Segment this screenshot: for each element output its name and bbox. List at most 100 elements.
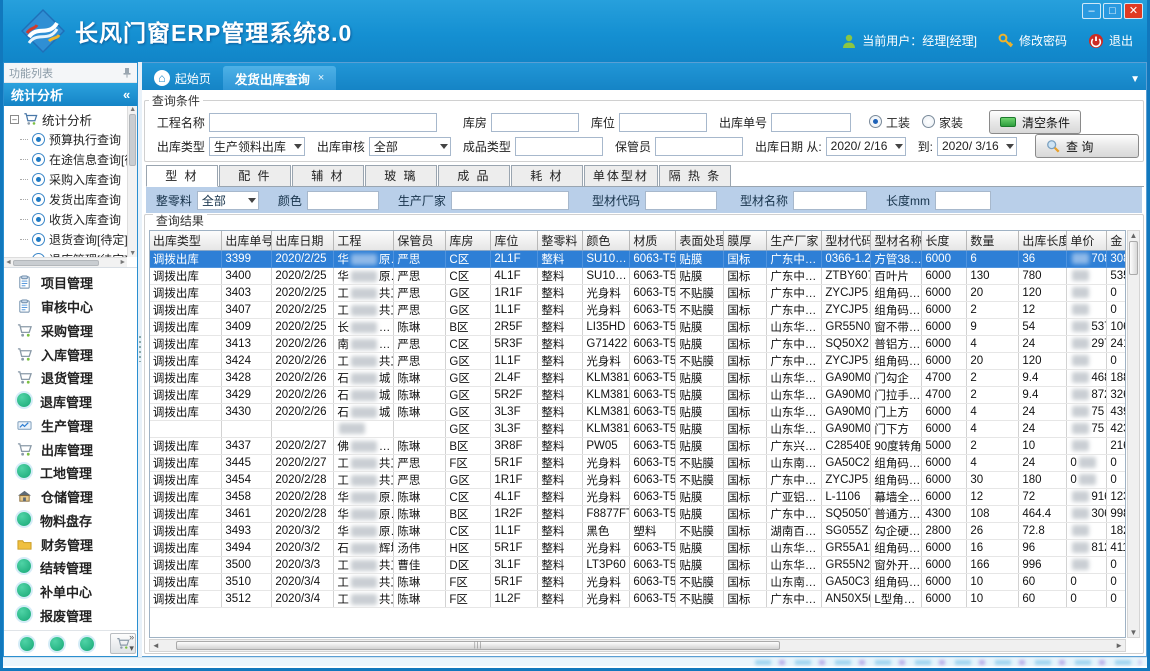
tab-home[interactable]: ⌂ 起始页 bbox=[142, 66, 223, 90]
tree-item[interactable]: 预算执行查询 bbox=[10, 129, 137, 149]
column-header[interactable]: 生产厂家 bbox=[767, 231, 822, 250]
product-type-input[interactable] bbox=[515, 137, 603, 156]
column-header[interactable]: 工程 bbox=[334, 231, 394, 250]
close-button[interactable]: ✕ bbox=[1124, 3, 1143, 19]
table-row[interactable]: 调拨出库33992020/2/25华原…严思C区2L1F整料SU10…6063-… bbox=[150, 250, 1126, 267]
column-header[interactable]: 材质 bbox=[630, 231, 676, 250]
column-header[interactable]: 膜厚 bbox=[724, 231, 767, 250]
profile-name-input[interactable] bbox=[793, 191, 867, 210]
date-from-picker[interactable]: 2020/ 2/16 bbox=[826, 137, 906, 156]
table-row[interactable]: 调拨出库34372020/2/27佛…陈琳B区3R8F整料PW056063-T5… bbox=[150, 437, 1126, 454]
collapsed-module-icon[interactable] bbox=[20, 637, 34, 651]
sidebar-menu-item[interactable]: 审核中心 bbox=[4, 296, 137, 318]
table-row[interactable]: G区3L3F整料KLM38176063-T5贴膜国标山东华…GA90M09.门下… bbox=[150, 420, 1126, 437]
table-row[interactable]: 调拨出库35122020/3/4工共工程陈琳F区1L2F整料光身料6063-T5… bbox=[150, 590, 1126, 607]
sidebar-menu-item[interactable]: 项目管理 bbox=[4, 272, 137, 294]
column-header[interactable]: 型材名称 bbox=[871, 231, 922, 250]
column-header[interactable]: 整零料 bbox=[538, 231, 583, 250]
project-name-input[interactable] bbox=[209, 113, 437, 132]
date-to-picker[interactable]: 2020/ 3/16 bbox=[937, 137, 1017, 156]
collapse-icon[interactable]: « bbox=[123, 87, 130, 102]
table-row[interactable]: 调拨出库34942020/3/2石辉城汤伟H区5R1F整料光身料6063-T5贴… bbox=[150, 539, 1126, 556]
tree-item[interactable]: 采购入库查询 bbox=[10, 169, 137, 189]
search-button[interactable]: 查 询 bbox=[1035, 134, 1139, 158]
table-row[interactable]: 调拨出库34932020/3/2华原…陈琳C区1L1F整料黑色塑料不贴膜国标湖南… bbox=[150, 522, 1126, 539]
maximize-button[interactable]: □ bbox=[1103, 3, 1122, 19]
tab-close-icon[interactable]: × bbox=[318, 72, 324, 84]
sidebar-menu-item[interactable]: 仓储管理 bbox=[4, 486, 137, 508]
sidebar-menu-item[interactable]: 采购管理 bbox=[4, 319, 137, 341]
column-header[interactable]: 出库日期 bbox=[272, 231, 334, 250]
column-header[interactable]: 颜色 bbox=[583, 231, 630, 250]
material-tab[interactable]: 单体型材 bbox=[584, 165, 658, 186]
table-row[interactable]: 调拨出库34292020/2/26石城陈琳G区5R2F整料KLM38176063… bbox=[150, 386, 1126, 403]
length-input[interactable] bbox=[935, 191, 991, 210]
column-header[interactable]: 出库类型 bbox=[150, 231, 222, 250]
table-row[interactable]: 调拨出库35002020/3/3工共工程曹佳D区3L1F整料LT3P606063… bbox=[150, 556, 1126, 573]
material-tab[interactable]: 辅 材 bbox=[292, 165, 364, 186]
sidebar-menu-item[interactable]: 结转管理 bbox=[4, 557, 137, 579]
tree-expander-icon[interactable]: – bbox=[10, 115, 19, 124]
material-tab[interactable]: 配 件 bbox=[219, 165, 291, 186]
sidebar-menu-item[interactable]: 补单中心 bbox=[4, 581, 137, 603]
table-row[interactable]: 调拨出库34452020/2/27工共工程严思F区5R1F整料光身料6063-T… bbox=[150, 454, 1126, 471]
outbound-type-select[interactable]: 生产领料出库 bbox=[209, 137, 305, 156]
collapsed-module-icon[interactable] bbox=[50, 637, 64, 651]
sidebar-menu-item[interactable]: 财务管理 bbox=[4, 533, 137, 555]
column-header[interactable]: 出库长度 bbox=[1019, 231, 1067, 250]
table-row[interactable]: 调拨出库34582020/2/28华原…陈琳C区4L1F整料光身料6063-T5… bbox=[150, 488, 1126, 505]
tree-vertical-scrollbar[interactable]: ▲▼ bbox=[127, 106, 137, 257]
maker-input[interactable] bbox=[451, 191, 569, 210]
column-header[interactable]: 库位 bbox=[491, 231, 538, 250]
table-horizontal-scrollbar[interactable]: ◄|||► bbox=[149, 639, 1126, 652]
material-tab[interactable]: 成 品 bbox=[438, 165, 510, 186]
jiazhuang-radio[interactable] bbox=[922, 115, 935, 128]
change-password[interactable]: 修改密码 bbox=[998, 32, 1067, 49]
sidebar-menu-item[interactable]: 入库管理 bbox=[4, 343, 137, 365]
audit-select[interactable]: 全部 bbox=[369, 137, 451, 156]
material-tab[interactable]: 耗 材 bbox=[511, 165, 583, 186]
sidebar-splitter[interactable] bbox=[138, 62, 142, 657]
table-row[interactable]: 调拨出库34132020/2/26南…严思C区5R3F整料G714226063-… bbox=[150, 335, 1126, 352]
minimize-button[interactable]: – bbox=[1082, 3, 1101, 19]
warehouse-input[interactable] bbox=[491, 113, 579, 132]
column-header[interactable]: 表面处理 bbox=[676, 231, 724, 250]
clear-conditions-button[interactable]: 清空条件 bbox=[989, 110, 1081, 134]
table-row[interactable]: 调拨出库34542020/2/28工共工程严思G区1R1F整料光身料6063-T… bbox=[150, 471, 1126, 488]
tree-item[interactable]: 退货查询[待定] bbox=[10, 229, 137, 249]
table-vertical-scrollbar[interactable]: ▲▼ bbox=[1127, 230, 1140, 638]
column-header[interactable]: 长度 bbox=[922, 231, 967, 250]
pin-icon[interactable] bbox=[122, 67, 132, 78]
profile-code-input[interactable] bbox=[645, 191, 717, 210]
sidebar-menu-item[interactable]: 工地管理 bbox=[4, 462, 137, 484]
column-header[interactable]: 单价 bbox=[1067, 231, 1107, 250]
tablist-chevron-icon[interactable]: ▼ bbox=[1130, 74, 1140, 85]
table-row[interactable]: 调拨出库34302020/2/26石城陈琳G区3L3F整料KLM38176063… bbox=[150, 403, 1126, 420]
column-header[interactable]: 数量 bbox=[967, 231, 1019, 250]
menu-overflow-chevron[interactable]: »▾ bbox=[129, 632, 134, 654]
sidebar-menu-item[interactable]: 退库管理 bbox=[4, 391, 137, 413]
column-header[interactable]: 库房 bbox=[446, 231, 491, 250]
material-tab[interactable]: 隔 热 条 bbox=[659, 165, 731, 186]
tree-item[interactable]: 发货出库查询 bbox=[10, 189, 137, 209]
location-input[interactable] bbox=[619, 113, 707, 132]
table-row[interactable]: 调拨出库35102020/3/4工共工程陈琳F区5R1F整料光身料6063-T5… bbox=[150, 573, 1126, 590]
gongzhuang-radio[interactable] bbox=[869, 115, 882, 128]
table-row[interactable]: 调拨出库34002020/2/25华原…严思C区4L1F整料SU10…6063-… bbox=[150, 267, 1126, 284]
sidebar-menu-item[interactable]: 生产管理 bbox=[4, 414, 137, 436]
sidebar-menu-item[interactable]: 物料盘存 bbox=[4, 509, 137, 531]
jiazhuang-radio-label[interactable]: 家装 bbox=[939, 114, 963, 131]
table-row[interactable]: 调拨出库34092020/2/25长…陈琳B区2R5F整料LI35HD6063-… bbox=[150, 318, 1126, 335]
sidebar-menu-item[interactable]: 退货管理 bbox=[4, 367, 137, 389]
whole-part-select[interactable]: 全部 bbox=[197, 191, 259, 210]
collapsed-module-icon[interactable] bbox=[80, 637, 94, 651]
gongzhuang-radio-label[interactable]: 工装 bbox=[886, 114, 910, 131]
table-row[interactable]: 调拨出库34032020/2/25工共工程严思G区1R1F整料光身料6063-T… bbox=[150, 284, 1126, 301]
tree-item[interactable]: 收货入库查询 bbox=[10, 209, 137, 229]
order-no-input[interactable] bbox=[771, 113, 851, 132]
table-row[interactable]: 调拨出库34282020/2/26石城陈琳G区2L4F整料KLM38176063… bbox=[150, 369, 1126, 386]
column-header[interactable]: 出库单号 bbox=[222, 231, 272, 250]
material-tab[interactable]: 型 材 bbox=[146, 165, 218, 187]
keeper-input[interactable] bbox=[655, 137, 743, 156]
column-header[interactable]: 金 bbox=[1107, 231, 1126, 250]
